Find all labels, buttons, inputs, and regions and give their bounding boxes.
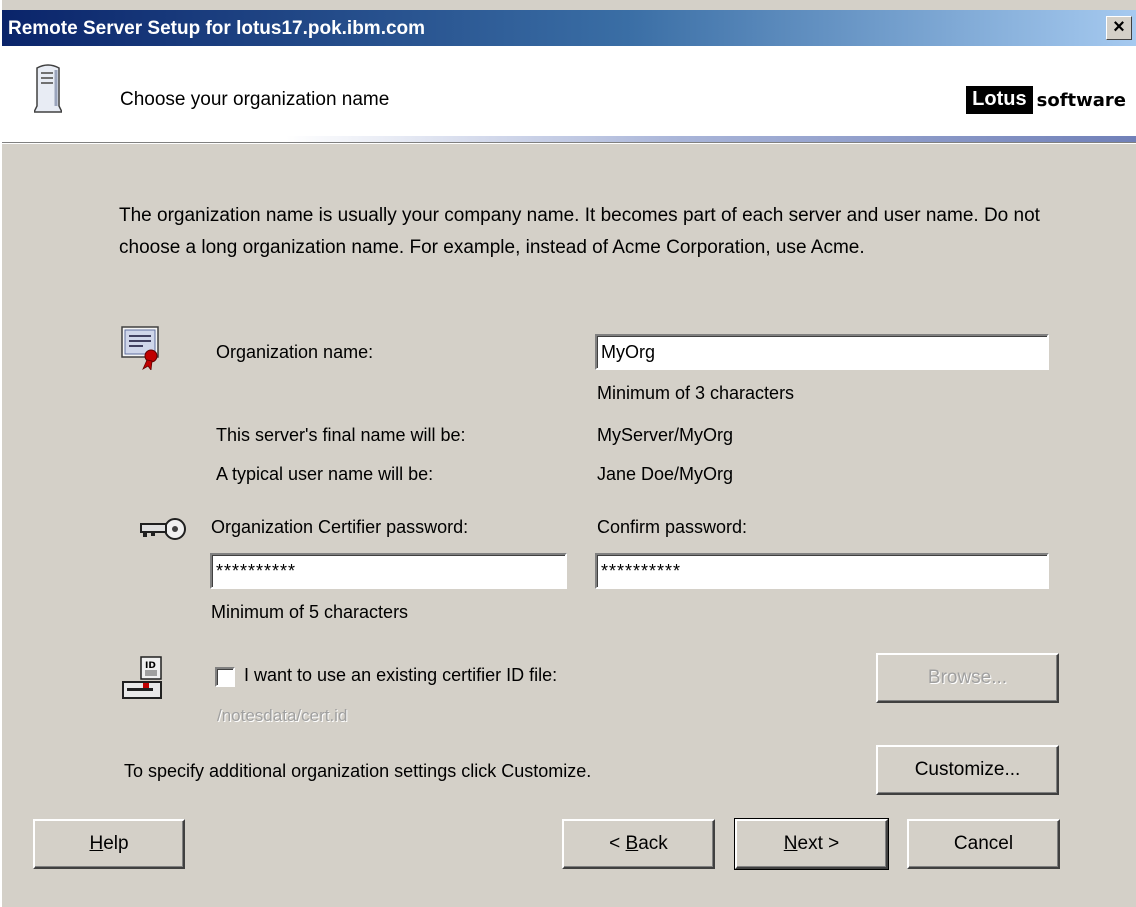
certifier-password-input[interactable] [210,553,567,589]
browse-button[interactable]: Browse... [876,653,1059,703]
back-button-prefix: < [609,833,626,854]
confirm-password-input[interactable] [595,553,1049,589]
back-button[interactable]: < Back [562,819,715,869]
next-accel: N [783,833,798,854]
close-button[interactable]: × [1106,16,1132,40]
cancel-button[interactable]: Cancel [907,819,1060,869]
close-icon: × [1113,16,1125,38]
back-button-rest: ack [638,833,668,854]
user-name-value: Jane Doe/MyOrg [597,464,734,484]
title-bar[interactable]: Remote Server Setup for lotus17.pok.ibm.… [2,10,1136,46]
user-name-label: A typical user name will be: [216,464,434,484]
lotus-logo: Lotus software [966,86,1126,114]
next-button[interactable]: Next > [734,818,889,870]
server-name-label: This server's final name will be: [216,425,466,445]
back-accel: B [625,833,639,854]
server-name-value: MyServer/MyOrg [597,425,734,445]
help-button-rest: elp [103,833,129,854]
setup-window: Remote Server Setup for lotus17.pok.ibm.… [0,0,1136,907]
header-heading: Choose your organization name [120,89,390,110]
wizard-header: Choose your organization name Lotus soft… [2,46,1136,142]
intro-text: The organization name is usually your co… [119,205,1040,258]
id-file-icon: ID [121,656,165,707]
header-divider [2,142,1136,144]
certifier-id-path: /notesdata/cert.id [217,706,348,725]
customize-button[interactable]: Customize... [876,745,1059,795]
org-name-input[interactable] [595,334,1049,370]
certifier-password-label: Organization Certifier password: [211,517,469,537]
window-title: Remote Server Setup for lotus17.pok.ibm.… [8,18,426,39]
password-hint: Minimum of 5 characters [211,602,409,622]
next-button-rest: ext > [797,833,840,854]
lotus-logo-software: software [1036,89,1126,111]
existing-certifier-label[interactable]: I want to use an existing certifier ID f… [244,665,557,686]
org-name-hint: Minimum of 3 characters [597,383,795,403]
certificate-icon [121,326,165,375]
existing-certifier-checkbox[interactable] [215,667,235,687]
server-icon [32,62,64,119]
customize-text: To specify additional organization setti… [124,761,592,781]
svg-text:ID: ID [145,661,156,671]
confirm-password-label: Confirm password: [597,517,748,537]
help-accel: H [89,833,104,854]
help-button[interactable]: Help [33,819,185,869]
key-icon [139,515,187,548]
lotus-logo-box: Lotus [966,86,1033,114]
org-name-label: Organization name: [216,342,374,362]
